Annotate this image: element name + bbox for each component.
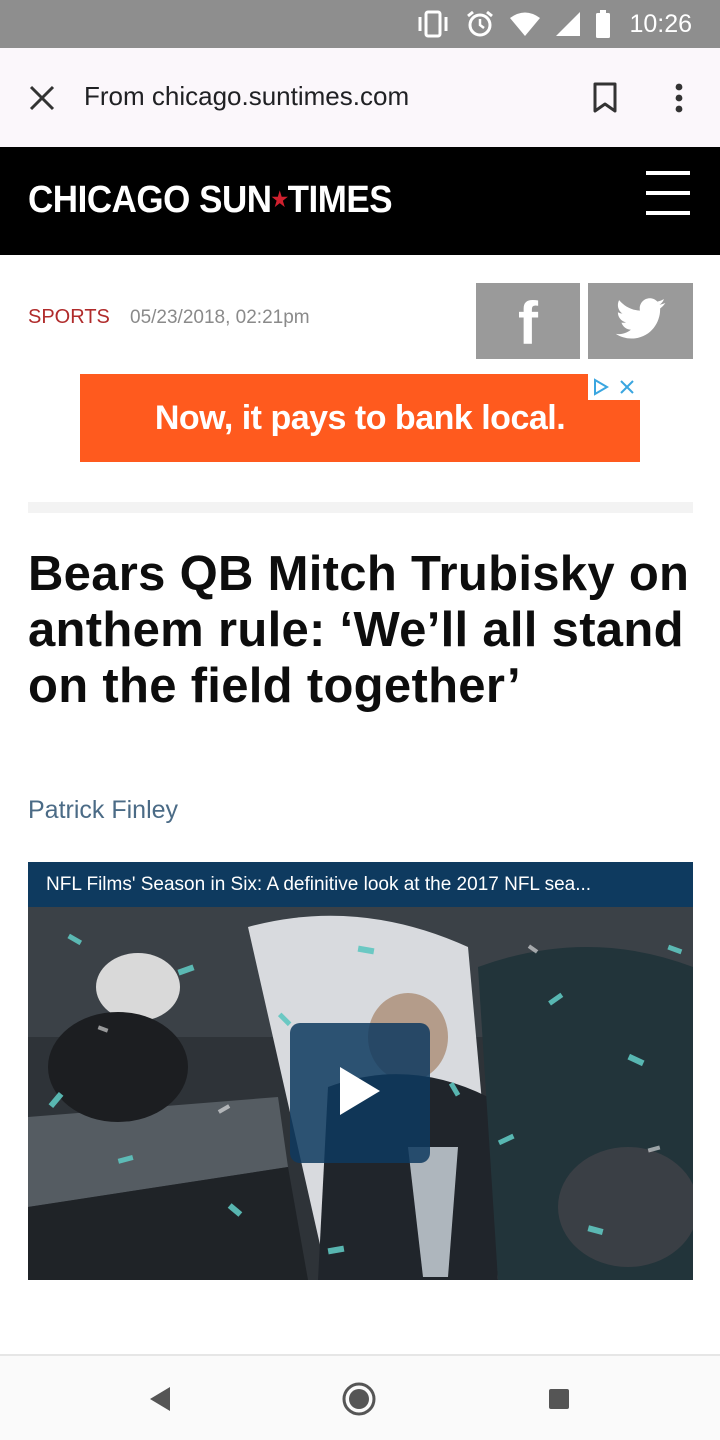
hamburger-icon[interactable] (646, 171, 690, 215)
logo-text-right: TIMES (287, 179, 393, 221)
bookmark-icon[interactable] (588, 78, 622, 118)
ad-close-icon[interactable] (614, 374, 640, 400)
facebook-share-button[interactable]: f (476, 283, 580, 359)
vibrate-icon (415, 10, 451, 38)
close-icon[interactable] (22, 78, 62, 118)
back-icon[interactable] (146, 1384, 174, 1419)
hamburger-line (646, 171, 690, 175)
battery-icon (595, 10, 611, 38)
status-icons: 10:26 (415, 0, 692, 48)
ad-text: Now, it pays to bank local. (154, 398, 566, 437)
facebook-icon: f (518, 290, 538, 357)
author-byline[interactable]: Patrick Finley (28, 796, 178, 825)
content-divider (28, 502, 693, 513)
publish-date: 05/23/2018, 02:21pm (130, 307, 310, 328)
recents-icon[interactable] (548, 1388, 570, 1415)
site-logo[interactable]: CHICAGO SUN★TIMES (28, 179, 393, 222)
system-nav-bar (0, 1354, 720, 1440)
url-origin-text[interactable]: From chicago.suntimes.com (84, 81, 409, 112)
ad-choices (588, 374, 640, 400)
section-label[interactable]: SPORTS (28, 306, 110, 329)
hamburger-line (646, 191, 690, 195)
status-bar: 10:26 (0, 0, 720, 48)
home-icon[interactable] (342, 1382, 376, 1421)
alarm-icon (465, 9, 495, 39)
wifi-icon (509, 11, 541, 37)
play-button[interactable] (290, 1023, 430, 1163)
logo-star-icon: ★ (271, 189, 289, 212)
video-title[interactable]: NFL Films' Season in Six: A definitive l… (28, 862, 693, 907)
twitter-share-button[interactable] (588, 283, 693, 359)
more-vert-icon[interactable] (664, 78, 694, 118)
ad-choices-icon[interactable] (588, 374, 614, 400)
twitter-icon (615, 297, 667, 345)
browser-toolbar: From chicago.suntimes.com (0, 48, 720, 147)
status-clock: 10:26 (629, 9, 692, 38)
video-player[interactable]: NFL Films' Season in Six: A definitive l… (28, 862, 693, 1280)
play-icon (338, 1065, 382, 1122)
site-header: CHICAGO SUN★TIMES (0, 147, 720, 255)
hamburger-line (646, 211, 690, 215)
signal-icon (555, 11, 581, 37)
ad-banner[interactable]: Now, it pays to bank local. (80, 374, 640, 462)
logo-text-left: CHICAGO SUN (28, 179, 272, 221)
article-headline: Bears QB Mitch Trubisky on anthem rule: … (28, 547, 690, 713)
